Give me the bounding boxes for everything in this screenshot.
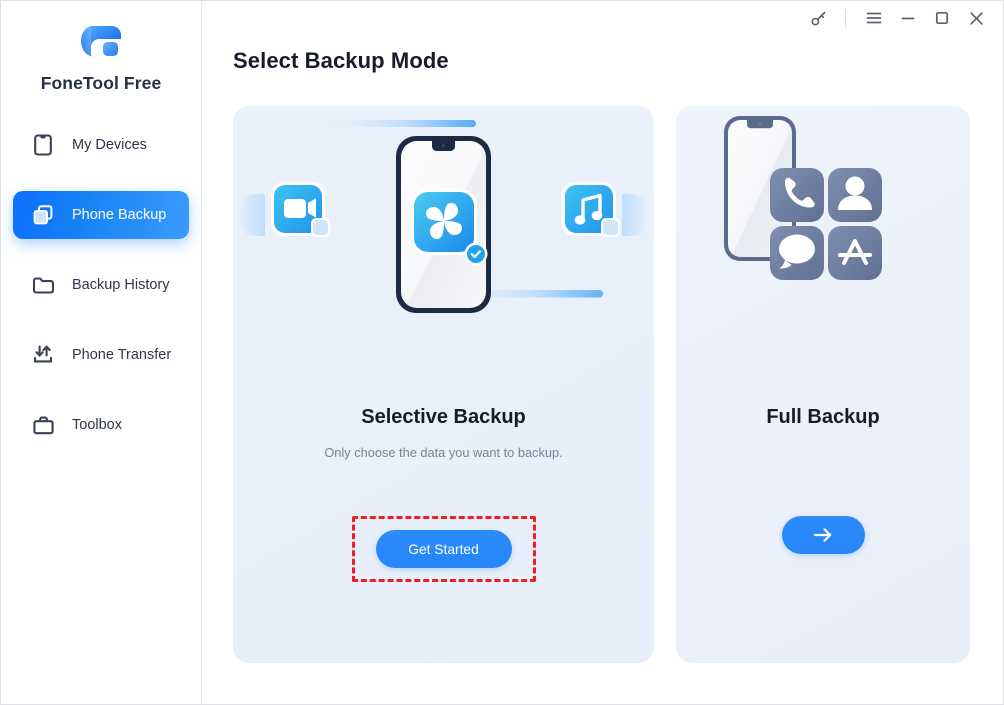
sidebar-item-phone-backup[interactable]: Phone Backup (13, 191, 189, 239)
sidebar-item-label: Phone Backup (72, 207, 167, 223)
transfer-arrows-icon (31, 343, 55, 367)
card-full-backup[interactable]: Full Backup (676, 106, 970, 663)
full-cta-wrap (676, 516, 970, 554)
key-icon[interactable] (802, 4, 836, 32)
sidebar-item-label: My Devices (72, 137, 147, 153)
sidebar: FoneTool Free My Devices Phone Backup Ba… (1, 1, 202, 704)
brand-name: FoneTool Free (40, 73, 162, 93)
backup-mode-cards: Selective Backup Only choose the data yo… (233, 106, 970, 663)
full-backup-illustration (676, 106, 970, 406)
folder-icon (31, 273, 55, 297)
card-heading: Full Backup (766, 406, 880, 428)
highlight-box: Get Started (351, 516, 536, 582)
titlebar-divider (845, 9, 846, 27)
sidebar-item-toolbox[interactable]: Toolbox (13, 401, 189, 449)
sidebar-item-backup-history[interactable]: Backup History (13, 261, 189, 309)
fonetool-logo-icon (79, 22, 123, 62)
phone-icon (31, 133, 55, 157)
main-content: Select Backup Mode Selective Backup Only… (202, 1, 1003, 704)
sidebar-nav: My Devices Phone Backup Backup History P… (1, 121, 201, 449)
sidebar-item-my-devices[interactable]: My Devices (13, 121, 189, 169)
card-heading: Selective Backup (361, 406, 526, 428)
card-subtitle: Only choose the data you want to backup. (324, 445, 563, 460)
arrow-right-icon (812, 526, 834, 544)
briefcase-icon (31, 413, 55, 437)
window-titlebar (202, 1, 1003, 35)
brand: FoneTool Free (1, 1, 201, 94)
hamburger-icon[interactable] (857, 4, 891, 32)
full-backup-arrow-button[interactable] (781, 516, 865, 554)
page-title: Select Backup Mode (233, 48, 449, 73)
sidebar-item-label: Phone Transfer (72, 347, 172, 363)
sidebar-item-label: Toolbox (72, 417, 122, 433)
selective-backup-illustration (233, 106, 654, 406)
close-icon[interactable] (959, 4, 993, 32)
copy-layers-icon (31, 203, 55, 227)
app-window: FoneTool Free My Devices Phone Backup Ba… (0, 0, 1004, 705)
card-selective-backup[interactable]: Selective Backup Only choose the data yo… (233, 106, 654, 663)
selective-cta-wrap: Get Started (233, 516, 654, 582)
minimize-icon[interactable] (891, 4, 925, 32)
sidebar-item-phone-transfer[interactable]: Phone Transfer (13, 331, 189, 379)
sidebar-item-label: Backup History (72, 277, 170, 293)
maximize-icon[interactable] (925, 4, 959, 32)
get-started-button[interactable]: Get Started (375, 530, 512, 568)
